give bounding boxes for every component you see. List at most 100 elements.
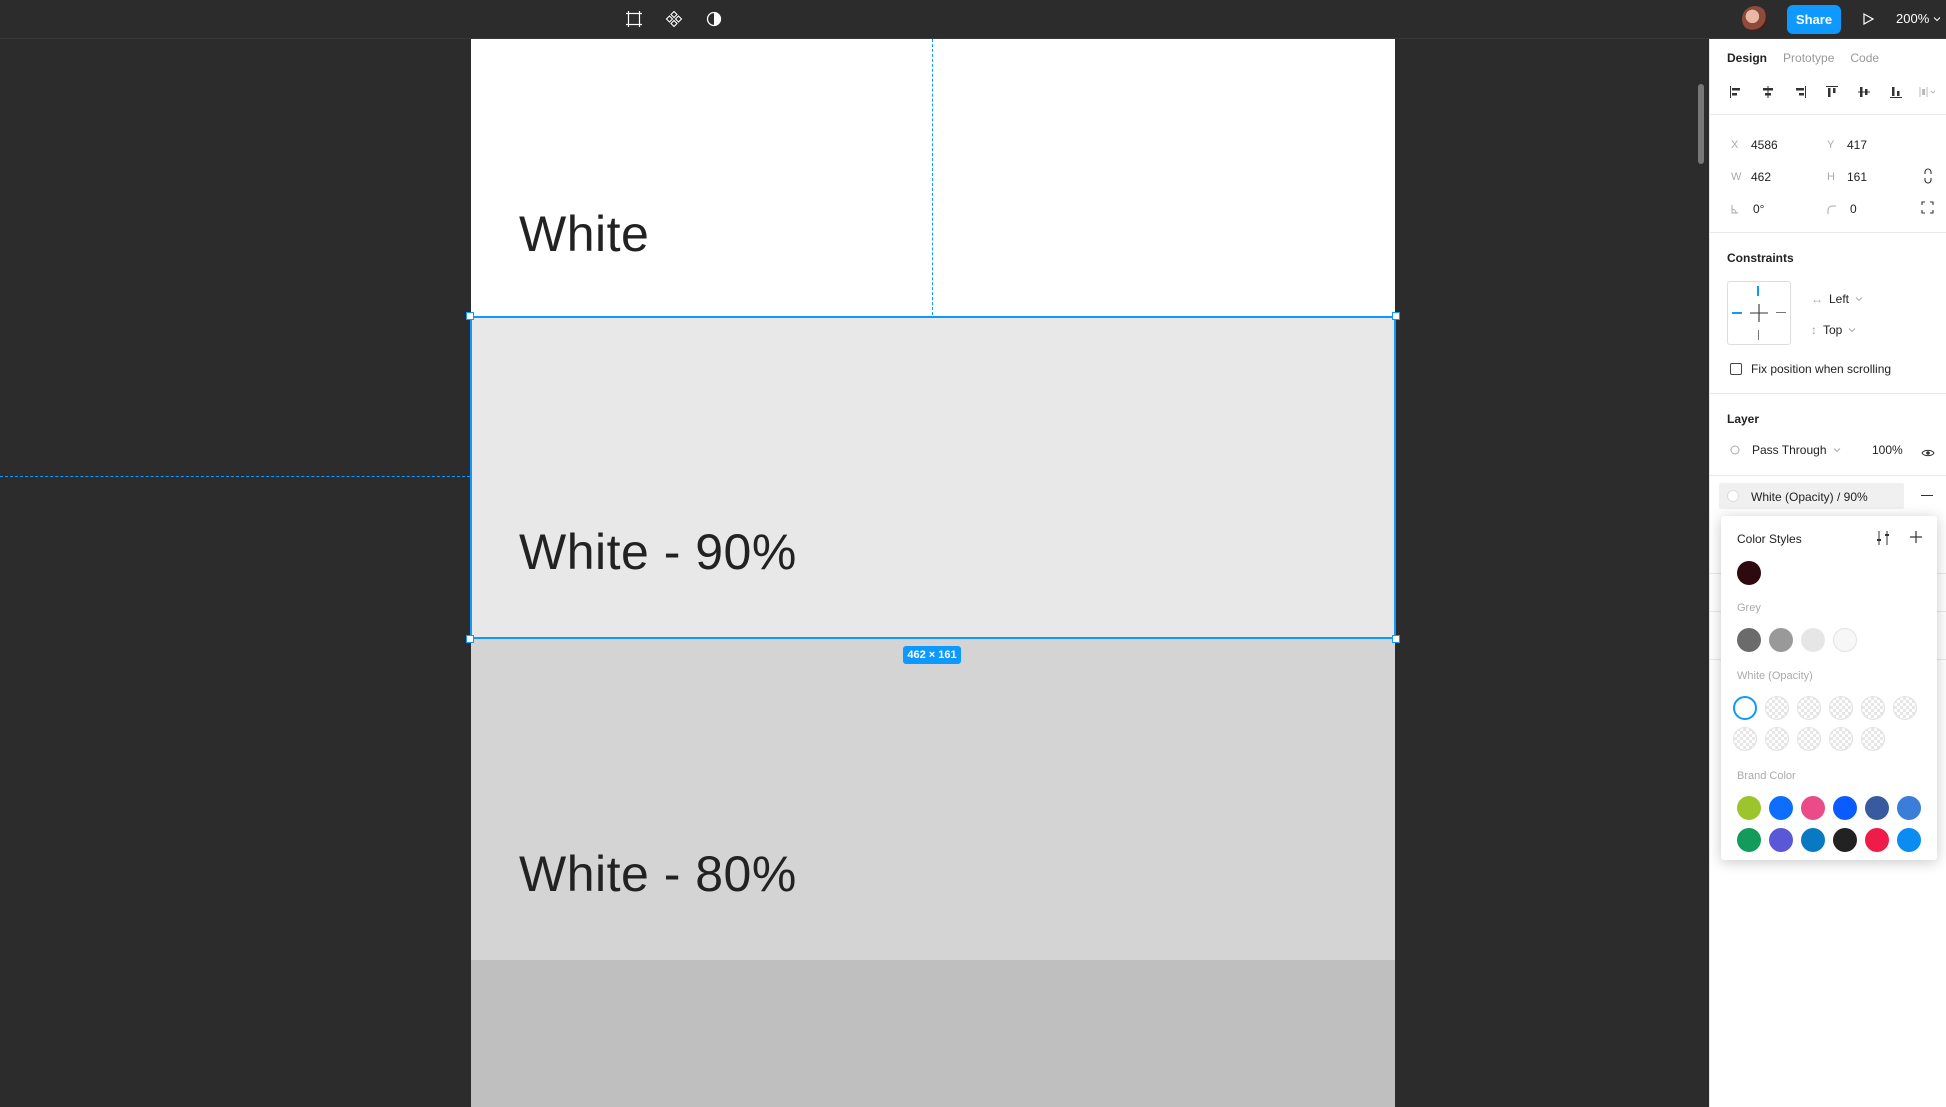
canvas-scrollbar[interactable] <box>1698 84 1704 164</box>
color-style-swatch[interactable] <box>1737 628 1761 652</box>
color-style-swatch[interactable] <box>1897 828 1921 852</box>
color-style-swatch[interactable] <box>1737 561 1761 585</box>
remove-fill-icon[interactable] <box>1921 495 1933 496</box>
resize-handle[interactable] <box>1392 312 1400 320</box>
tab-code[interactable]: Code <box>1850 51 1879 65</box>
blend-mode-icon <box>1730 445 1740 455</box>
resize-handle[interactable] <box>466 312 474 320</box>
divider <box>1710 232 1946 233</box>
present-play-icon[interactable] <box>1858 9 1878 29</box>
align-left-icon[interactable] <box>1727 83 1745 101</box>
horizontal-constraint-dropdown[interactable]: ↔ Left <box>1811 292 1863 306</box>
constraints-widget[interactable] <box>1727 281 1791 345</box>
blend-mode-dropdown[interactable]: Pass Through <box>1730 443 1841 457</box>
align-right-icon[interactable] <box>1791 83 1809 101</box>
color-style-swatch[interactable] <box>1801 796 1825 820</box>
x-key: X <box>1731 139 1739 151</box>
color-style-swatch[interactable] <box>1765 727 1789 751</box>
chevron-down-icon <box>1833 448 1840 453</box>
color-style-swatch[interactable] <box>1769 628 1793 652</box>
color-style-swatch[interactable] <box>1797 727 1821 751</box>
swatch-white-80[interactable]: White - 80% <box>471 638 1395 960</box>
height-field[interactable]: H 161 <box>1827 170 1867 184</box>
dimensions-badge: 462 × 161 <box>903 646 961 664</box>
color-style-swatch[interactable] <box>1737 828 1761 852</box>
layer-title: Layer <box>1727 412 1760 426</box>
h-key: H <box>1827 171 1835 183</box>
color-style-swatch[interactable] <box>1769 828 1793 852</box>
corner-radius-icon <box>1827 205 1836 214</box>
color-style-swatch[interactable] <box>1829 696 1853 720</box>
contrast-icon[interactable] <box>702 8 726 30</box>
add-style-icon[interactable] <box>1909 530 1923 549</box>
y-key: Y <box>1827 139 1835 151</box>
layer-opacity-field[interactable]: 100% <box>1872 443 1903 457</box>
white-opacity-group-label: White (Opacity) <box>1737 670 1813 682</box>
color-style-swatch[interactable] <box>1769 796 1793 820</box>
user-avatar[interactable] <box>1742 6 1768 32</box>
frame-icon[interactable] <box>622 8 646 30</box>
grey-group-label: Grey <box>1737 602 1761 614</box>
rotation-value: 0° <box>1753 202 1765 216</box>
swatch-white[interactable]: White <box>471 39 1395 316</box>
distribute-icon[interactable] <box>1919 83 1937 101</box>
rotation-field[interactable]: 0° <box>1731 202 1764 216</box>
width-field[interactable]: W 462 <box>1731 170 1771 184</box>
opacity-value: 100% <box>1872 443 1903 457</box>
vertical-arrows-icon: ↕ <box>1811 323 1817 337</box>
zoom-level: 200% <box>1896 11 1930 26</box>
color-style-swatch[interactable] <box>1765 696 1789 720</box>
tab-design[interactable]: Design <box>1727 51 1767 65</box>
chevron-down-icon <box>1933 16 1941 21</box>
fix-position-checkbox[interactable] <box>1730 363 1742 375</box>
color-style-swatch[interactable] <box>1897 796 1921 820</box>
horizontal-arrows-icon: ↔ <box>1811 292 1823 306</box>
resize-handle[interactable] <box>1392 635 1400 643</box>
y-field[interactable]: Y 417 <box>1827 138 1867 152</box>
independent-corners-icon[interactable] <box>1921 201 1934 219</box>
color-style-swatch[interactable] <box>1893 696 1917 720</box>
color-styles-title: Color Styles <box>1737 532 1802 546</box>
color-style-swatch[interactable] <box>1797 696 1821 720</box>
constrain-proportions-icon[interactable] <box>1922 168 1934 189</box>
color-style-swatch[interactable] <box>1833 628 1857 652</box>
corner-radius-field[interactable]: 0 <box>1827 202 1857 216</box>
radius-value: 0 <box>1850 202 1857 216</box>
color-style-swatch[interactable] <box>1829 727 1853 751</box>
color-style-swatch[interactable] <box>1833 828 1857 852</box>
vertical-guide <box>932 39 933 315</box>
color-style-swatch[interactable] <box>1733 727 1757 751</box>
color-style-swatch[interactable] <box>1737 796 1761 820</box>
align-top-icon[interactable] <box>1823 83 1841 101</box>
color-style-swatch[interactable] <box>1865 828 1889 852</box>
eye-icon[interactable] <box>1921 445 1935 463</box>
color-style-swatch[interactable] <box>1801 828 1825 852</box>
x-value: 4586 <box>1751 138 1778 152</box>
panel-tabs: Design Prototype Code <box>1727 51 1879 65</box>
component-icon[interactable] <box>662 8 686 30</box>
vertical-constraint-dropdown[interactable]: ↕ Top <box>1811 323 1856 337</box>
brand-group-label: Brand Color <box>1737 770 1796 782</box>
align-middle-icon[interactable] <box>1855 83 1873 101</box>
zoom-dropdown[interactable]: 200% <box>1896 11 1941 26</box>
color-styles-popup: Color Styles Grey White (Opacity) Brand … <box>1721 516 1937 860</box>
color-style-swatch[interactable] <box>1833 796 1857 820</box>
color-style-swatch[interactable] <box>1861 696 1885 720</box>
fill-style-swatch[interactable] <box>1727 490 1739 502</box>
color-style-swatch[interactable] <box>1733 696 1757 720</box>
align-bottom-icon[interactable] <box>1887 83 1905 101</box>
tab-prototype[interactable]: Prototype <box>1783 51 1834 65</box>
x-field[interactable]: X 4586 <box>1731 138 1778 152</box>
blend-mode-value: Pass Through <box>1752 443 1827 457</box>
resize-handle[interactable] <box>466 635 474 643</box>
share-button[interactable]: Share <box>1787 5 1841 34</box>
color-style-swatch[interactable] <box>1865 796 1889 820</box>
fix-position-label: Fix position when scrolling <box>1751 362 1892 376</box>
align-center-horizontal-icon[interactable] <box>1759 83 1777 101</box>
adjust-icon[interactable] <box>1876 530 1890 551</box>
selection-box[interactable] <box>470 316 1396 639</box>
color-style-swatch[interactable] <box>1861 727 1885 751</box>
swatch-white-70[interactable] <box>471 960 1395 1107</box>
constraint-v-value: Top <box>1823 323 1843 337</box>
color-style-swatch[interactable] <box>1801 628 1825 652</box>
